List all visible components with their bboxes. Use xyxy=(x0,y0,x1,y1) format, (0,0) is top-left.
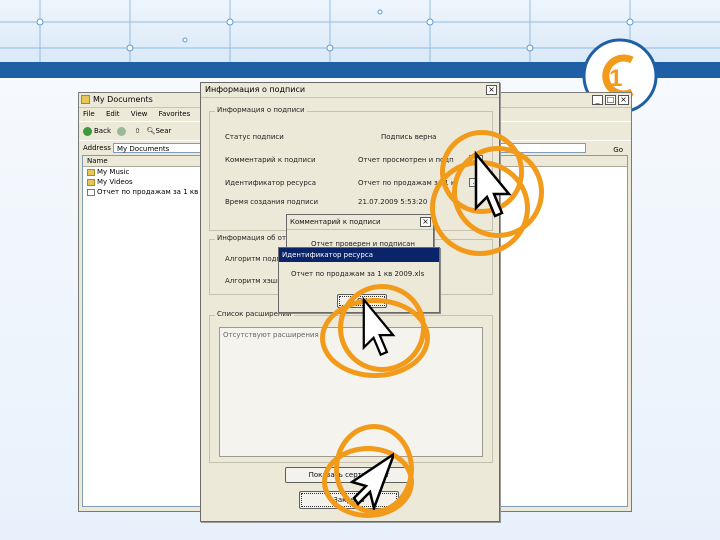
search-button[interactable]: 🔍︎Sear xyxy=(147,122,172,140)
mouse-pointer-icon xyxy=(350,452,394,510)
minimize-button[interactable]: _ xyxy=(592,95,603,105)
dialog-titlebar: Информация о подписи × xyxy=(201,83,499,98)
address-label: Address xyxy=(83,144,111,152)
music-folder-icon xyxy=(87,168,95,176)
comment-label: Комментарий к подписи xyxy=(225,156,316,164)
back-arrow-icon xyxy=(83,126,92,136)
status-label: Статус подписи xyxy=(225,133,284,141)
time-value: 21.07.2009 5:53:20 xyxy=(358,198,428,206)
menu-edit[interactable]: Edit xyxy=(106,110,120,118)
comment-popup: Комментарий к подписи × Отчет проверен и… xyxy=(286,214,434,248)
resource-popup-titlebar: Идентификатор ресурса xyxy=(279,248,439,262)
resource-label: Идентификатор ресурса xyxy=(225,179,316,187)
comment-popup-close-button[interactable]: × xyxy=(420,217,431,227)
document-icon xyxy=(87,188,95,196)
sign-algorithm-label: Алгоритм подп xyxy=(225,255,282,263)
menu-file[interactable]: File xyxy=(83,110,95,118)
group-title: Информация о подписи xyxy=(215,106,307,114)
menu-favorites[interactable]: Favorites xyxy=(159,110,191,118)
resource-popup-text: Отчет по продажам за 1 кв 2009.xls xyxy=(291,270,425,278)
resource-popup-title: Идентификатор ресурса xyxy=(282,251,373,259)
svg-text:1: 1 xyxy=(609,65,622,92)
video-folder-icon xyxy=(87,178,95,186)
close-button[interactable]: × xyxy=(618,95,629,105)
comment-popup-title: Комментарий к подписи xyxy=(290,218,381,226)
forward-arrow-icon xyxy=(117,126,127,136)
mouse-pointer-icon xyxy=(474,150,512,218)
dialog-close-button[interactable]: × xyxy=(486,85,497,95)
menu-view[interactable]: View xyxy=(131,110,148,118)
status-value: Подпись верна xyxy=(381,133,437,141)
dialog-title: Информация о подписи xyxy=(205,85,306,94)
maximize-button[interactable]: □ xyxy=(605,95,616,105)
forward-button[interactable] xyxy=(117,122,128,140)
extensions-empty-text: Отсутствуют расширения xyxy=(223,331,319,339)
explorer-title: My Documents xyxy=(93,95,153,104)
back-button[interactable]: Back xyxy=(83,122,111,140)
mouse-pointer-icon xyxy=(362,296,396,357)
folder-icon xyxy=(81,95,90,104)
up-folder-button[interactable]: ⇧ xyxy=(134,122,140,140)
comment-popup-titlebar: Комментарий к подписи × xyxy=(287,215,433,230)
hash-algorithm-label: Алгоритм хэшир xyxy=(225,277,287,285)
time-label: Время создания подписи xyxy=(225,198,319,206)
